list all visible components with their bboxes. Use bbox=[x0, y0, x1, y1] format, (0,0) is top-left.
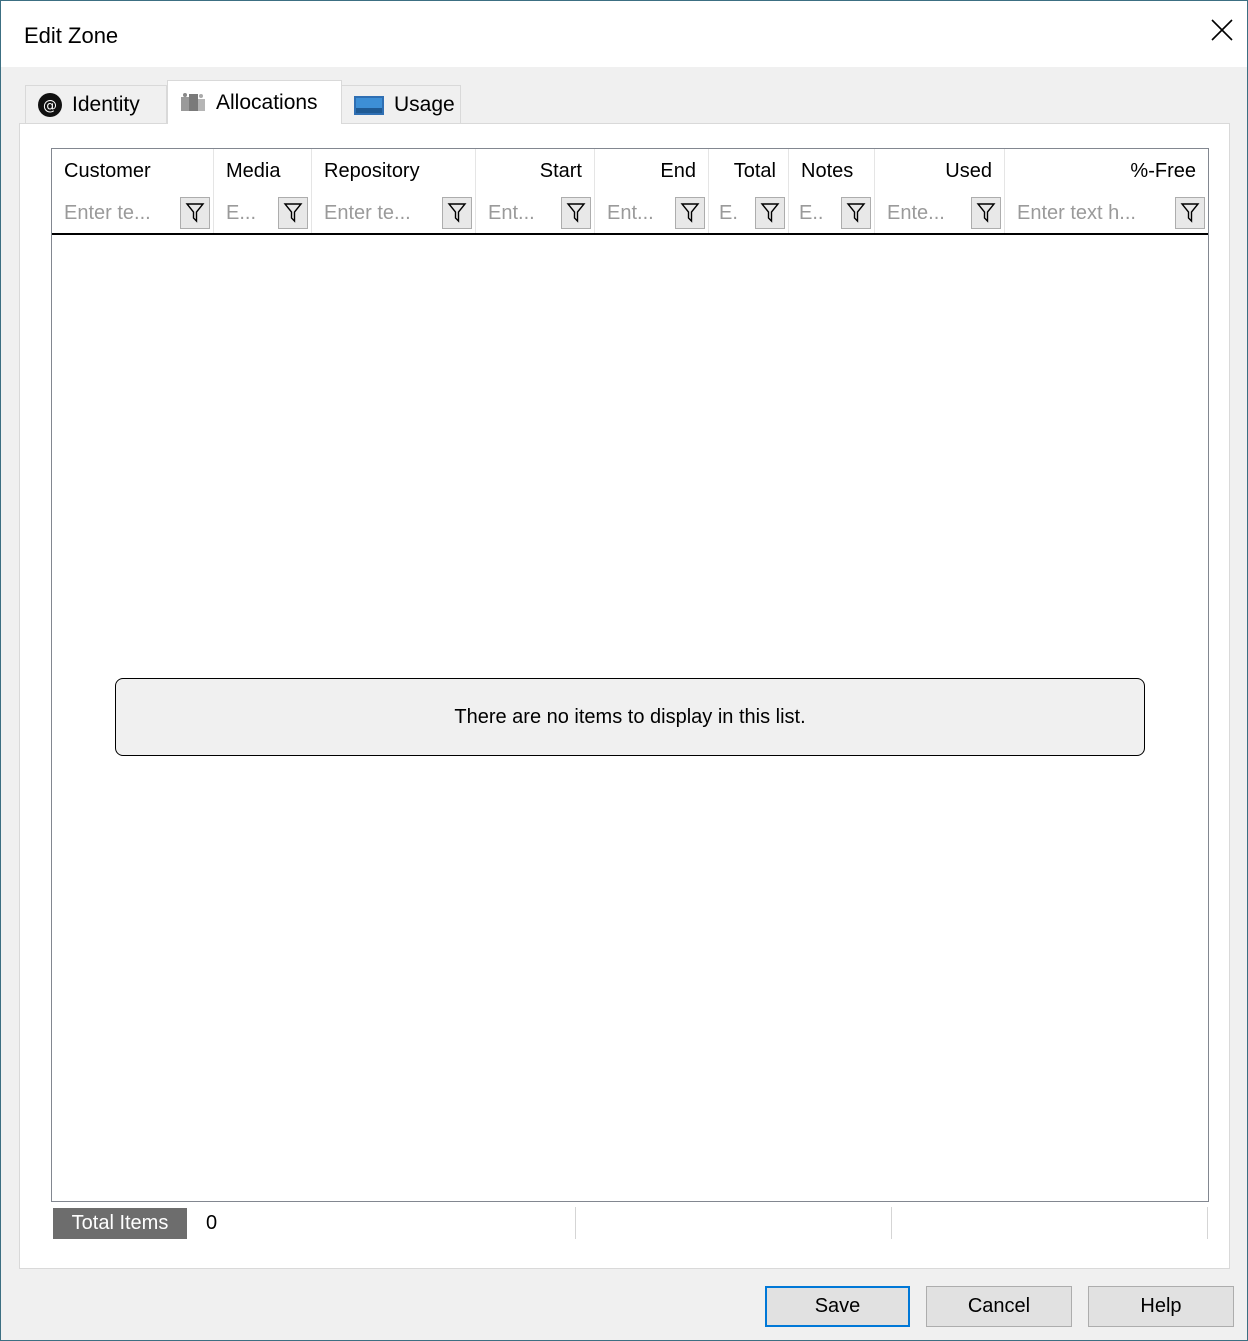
filter-button-repository[interactable] bbox=[442, 197, 472, 229]
column-notes: Notes bbox=[789, 149, 875, 233]
header-divider bbox=[52, 233, 1208, 235]
save-button[interactable]: Save bbox=[765, 1286, 910, 1327]
filter-button-start[interactable] bbox=[561, 197, 591, 229]
help-button[interactable]: Help bbox=[1088, 1286, 1234, 1327]
tab-usage-label: Usage bbox=[394, 92, 455, 116]
column-header-used[interactable]: Used bbox=[875, 149, 1004, 193]
column-total: Total bbox=[709, 149, 789, 233]
funnel-icon bbox=[185, 203, 205, 223]
column-end: End bbox=[595, 149, 709, 233]
tab-identity[interactable]: @ Identity bbox=[25, 85, 167, 123]
window-title: Edit Zone bbox=[24, 23, 119, 48]
allocations-grid[interactable]: Customer Media Repository Start bbox=[51, 148, 1209, 1202]
column-header-total[interactable]: Total bbox=[709, 149, 788, 193]
filter-input-total[interactable] bbox=[709, 196, 755, 230]
filter-input-used[interactable] bbox=[875, 196, 971, 230]
filter-button-end[interactable] bbox=[675, 197, 705, 229]
column-used: Used bbox=[875, 149, 1005, 233]
column-header-start[interactable]: Start bbox=[476, 149, 594, 193]
status-separator bbox=[575, 1207, 576, 1239]
total-items-count: 0 bbox=[206, 1212, 218, 1234]
close-icon bbox=[1211, 19, 1233, 41]
filter-input-repository[interactable] bbox=[312, 196, 442, 230]
column-header-customer[interactable]: Customer bbox=[52, 149, 213, 193]
column-header-notes[interactable]: Notes bbox=[789, 149, 874, 193]
filter-input-media[interactable] bbox=[214, 196, 278, 230]
funnel-icon bbox=[976, 203, 996, 223]
column-repository: Repository bbox=[312, 149, 476, 233]
title-bar: Edit Zone bbox=[1, 1, 1247, 67]
filter-button-media[interactable] bbox=[278, 197, 308, 229]
filter-input-percent-free[interactable] bbox=[1005, 196, 1175, 230]
tab-usage[interactable]: Usage bbox=[341, 85, 461, 123]
filter-input-customer[interactable] bbox=[52, 196, 180, 230]
column-header-repository[interactable]: Repository bbox=[312, 149, 475, 193]
funnel-icon bbox=[283, 203, 303, 223]
tab-allocations[interactable]: Allocations bbox=[167, 80, 342, 124]
usage-icon bbox=[353, 93, 385, 117]
funnel-icon bbox=[680, 203, 700, 223]
filter-button-notes[interactable] bbox=[841, 197, 871, 229]
column-header-media[interactable]: Media bbox=[214, 149, 311, 193]
cancel-button[interactable]: Cancel bbox=[926, 1286, 1072, 1327]
total-items-label: Total Items bbox=[53, 1208, 187, 1239]
funnel-icon bbox=[1180, 203, 1200, 223]
filter-input-end[interactable] bbox=[595, 196, 675, 230]
column-customer: Customer bbox=[52, 149, 214, 233]
empty-list-message: There are no items to display in this li… bbox=[115, 678, 1145, 756]
funnel-icon bbox=[566, 203, 586, 223]
column-header-end[interactable]: End bbox=[595, 149, 708, 193]
allocations-icon bbox=[179, 91, 207, 115]
filter-input-notes[interactable] bbox=[789, 196, 841, 230]
status-separator bbox=[1207, 1207, 1208, 1239]
filter-button-customer[interactable] bbox=[180, 197, 210, 229]
filter-button-used[interactable] bbox=[971, 197, 1001, 229]
column-header-percent-free[interactable]: %-Free bbox=[1005, 149, 1208, 193]
svg-text:@: @ bbox=[43, 98, 57, 114]
filter-input-start[interactable] bbox=[476, 196, 561, 230]
funnel-icon bbox=[846, 203, 866, 223]
funnel-icon bbox=[760, 203, 780, 223]
tab-identity-label: Identity bbox=[72, 92, 140, 116]
status-separator bbox=[891, 1207, 892, 1239]
funnel-icon bbox=[447, 203, 467, 223]
column-percent-free: %-Free bbox=[1005, 149, 1208, 233]
at-sign-icon: @ bbox=[37, 92, 63, 118]
filter-button-percent-free[interactable] bbox=[1175, 197, 1205, 229]
column-media: Media bbox=[214, 149, 312, 233]
tab-allocations-label: Allocations bbox=[216, 91, 318, 114]
column-start: Start bbox=[476, 149, 595, 233]
filter-button-total[interactable] bbox=[755, 197, 785, 229]
close-button[interactable] bbox=[1201, 9, 1243, 51]
